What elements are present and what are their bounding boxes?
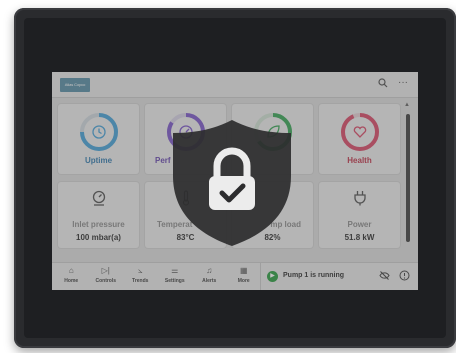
status-area: ▶ Pump 1 is running bbox=[260, 263, 418, 290]
running-indicator-icon: ▶ bbox=[267, 271, 278, 282]
scroll-thumb[interactable] bbox=[406, 114, 410, 242]
nav-trends[interactable]: ⦣ Trends bbox=[123, 263, 158, 290]
plug-icon bbox=[353, 191, 366, 206]
heart-icon bbox=[353, 126, 366, 138]
top-bar: Atlas Copco ··· bbox=[52, 72, 418, 98]
brand-logo: Atlas Copco bbox=[60, 78, 90, 92]
health-ring bbox=[340, 113, 379, 151]
clock-icon bbox=[91, 125, 106, 139]
tile-power[interactable]: Power 51.8 kW bbox=[319, 182, 400, 248]
nav-settings[interactable]: ⚌ Settings bbox=[158, 263, 193, 290]
status-text: Pump 1 is running bbox=[283, 272, 345, 279]
uptime-label: Uptime bbox=[84, 156, 113, 165]
more-icon[interactable]: ··· bbox=[398, 77, 408, 88]
nav-label: Settings bbox=[164, 278, 185, 284]
shield-lock-icon bbox=[173, 120, 291, 246]
health-label: Health bbox=[347, 156, 372, 165]
pressure-gauge-icon bbox=[92, 190, 105, 206]
chart-icon: ⦣ bbox=[137, 266, 143, 275]
power-value: 51.8 kW bbox=[344, 233, 375, 242]
tile-inlet-pressure[interactable]: Inlet pressure 100 mbar(a) bbox=[58, 182, 139, 248]
nav-label: Home bbox=[64, 278, 79, 284]
nav-label: Controls bbox=[95, 278, 117, 284]
nav-label: Alerts bbox=[202, 278, 217, 284]
nav-alerts[interactable]: ♫ Alerts bbox=[192, 263, 227, 290]
eye-off-icon[interactable] bbox=[379, 270, 390, 284]
tile-health[interactable]: Health bbox=[319, 104, 400, 174]
power-label: Power bbox=[347, 220, 372, 229]
bottom-nav: ⌂ Home ▷| Controls ⦣ Trends ⚌ Settings ♫… bbox=[54, 263, 261, 290]
nav-controls[interactable]: ▷| Controls bbox=[89, 263, 124, 290]
inlet-pressure-label: Inlet pressure bbox=[72, 220, 125, 229]
nav-label: Trends bbox=[132, 278, 149, 284]
sliders-icon: ⚌ bbox=[171, 266, 179, 275]
scroll-up-icon[interactable]: ▲ bbox=[404, 102, 410, 108]
scrollbar[interactable]: ▲ bbox=[404, 102, 412, 252]
info-clock-icon[interactable] bbox=[399, 270, 410, 284]
bottom-bar: ⌂ Home ▷| Controls ⦣ Trends ⚌ Settings ♫… bbox=[52, 262, 418, 290]
grid-icon: ▦ bbox=[239, 266, 248, 275]
tile-uptime[interactable]: Uptime bbox=[58, 104, 139, 174]
inlet-pressure-value: 100 mbar(a) bbox=[76, 233, 121, 242]
bell-icon: ♫ bbox=[206, 266, 213, 275]
search-icon[interactable] bbox=[378, 78, 388, 91]
home-icon: ⌂ bbox=[68, 266, 74, 275]
nav-label: More bbox=[237, 278, 250, 284]
nav-home[interactable]: ⌂ Home bbox=[54, 263, 89, 290]
play-pause-icon: ▷| bbox=[101, 266, 110, 275]
uptime-ring bbox=[79, 113, 118, 151]
nav-more[interactable]: ▦ More bbox=[227, 263, 262, 290]
